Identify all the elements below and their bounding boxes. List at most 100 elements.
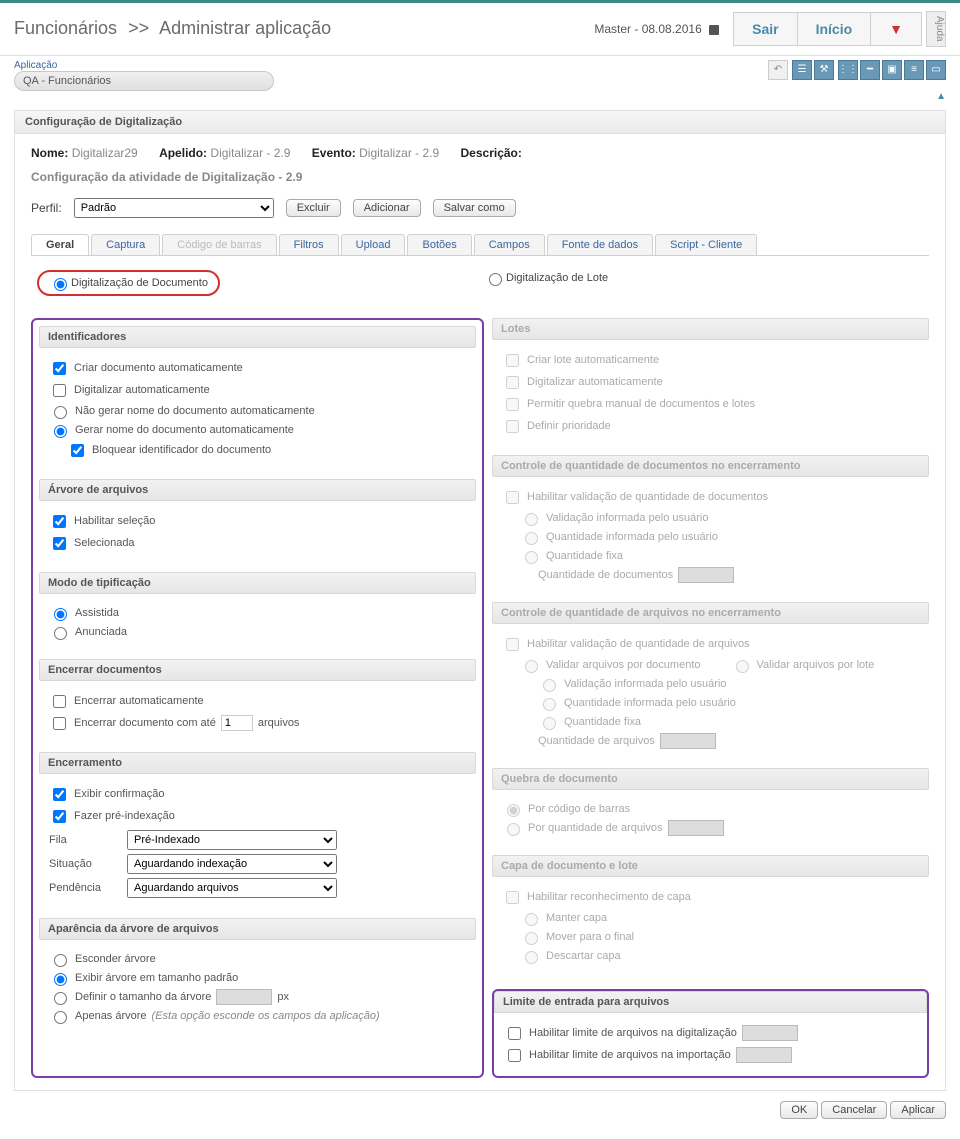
encerrar-ate-label-b: arquivos [258,717,300,729]
dropdown-arrow-button[interactable]: ▼ [870,13,921,45]
tool-icon-1[interactable]: ☰ [792,60,812,80]
definir-tamanho-radio[interactable] [54,992,67,1005]
por-qtd-radio [507,823,520,836]
excluir-button[interactable]: Excluir [286,199,341,217]
encerrar-ate-input[interactable] [221,715,253,731]
esconder-arvore-radio[interactable] [54,954,67,967]
salvar-como-button[interactable]: Salvar como [433,199,516,217]
tool-icon-7[interactable]: ▭ [926,60,946,80]
val-por-lote-radio [736,660,749,673]
limite-imp-check[interactable] [508,1049,521,1062]
digitalizar-auto-check[interactable] [53,384,66,397]
tab-bar: Geral Captura Código de barras Filtros U… [31,234,929,256]
sec-ctrl-arq: Controle de quantidade de arquivos no en… [492,602,929,624]
exibir-confirmacao-check[interactable] [53,788,66,801]
definir-tamanho-input[interactable] [216,989,272,1005]
assistida-radio[interactable] [54,608,67,621]
situacao-select[interactable]: Aguardando indexação [127,854,337,874]
nao-gerar-nome-label: Não gerar nome do documento automaticame… [75,405,315,417]
selecionada-check[interactable] [53,537,66,550]
habilitar-selecao-check[interactable] [53,515,66,528]
home-button[interactable]: Início [797,13,871,45]
mode-lote[interactable]: Digitalização de Lote [484,270,929,286]
tab-filtros[interactable]: Filtros [279,234,339,255]
ok-button[interactable]: OK [780,1101,818,1119]
panel-title: Configuração de Digitalização [15,111,945,134]
subtitle: Configuração da atividade de Digitalizaç… [31,170,929,184]
user-label: Master - 08.08.2016 [594,22,719,36]
tab-fonte-dados[interactable]: Fonte de dados [547,234,653,255]
sec-aparencia: Aparência da árvore de arquivos [39,918,476,940]
definir-prioridade-label: Definir prioridade [527,420,611,432]
perfil-select[interactable]: Padrão [74,198,274,218]
mode-documento-radio[interactable] [54,278,67,291]
adicionar-button[interactable]: Adicionar [353,199,421,217]
tab-captura[interactable]: Captura [91,234,160,255]
tab-campos[interactable]: Campos [474,234,545,255]
mover-capa-label: Mover para o final [546,931,634,943]
gerar-nome-radio[interactable] [54,425,67,438]
nao-gerar-nome-radio[interactable] [54,406,67,419]
pendencia-select[interactable]: Aguardando arquivos [127,878,337,898]
limite-digit-input[interactable] [742,1025,798,1041]
logout-button[interactable]: Sair [734,13,796,45]
px-label: px [277,991,289,1003]
descartar-capa-label: Descartar capa [546,950,621,962]
breadcrumb-sep: >> [128,18,149,38]
aplicar-button[interactable]: Aplicar [890,1101,946,1119]
tool-icon-4[interactable]: ━ [860,60,880,80]
fila-select[interactable]: Pré-Indexado [127,830,337,850]
anunciada-radio[interactable] [54,627,67,640]
cancelar-button[interactable]: Cancelar [821,1101,887,1119]
app-selector[interactable]: QA - Funcionários [14,71,274,91]
limite-digit-check[interactable] [508,1027,521,1040]
bloquear-id-check[interactable] [71,444,84,457]
encerrar-ate-check[interactable] [53,717,66,730]
tab-geral[interactable]: Geral [31,234,89,255]
limite-box: Limite de entrada para arquivos Habilita… [492,989,929,1078]
exibir-confirmacao-label: Exibir confirmação [74,788,164,800]
tool-icon-3[interactable]: ⋮⋮ [838,60,858,80]
mover-capa-radio [525,932,538,945]
user-text: Master - 08.08.2016 [594,22,701,36]
mode-documento[interactable]: Digitalização de Documento [37,270,220,296]
help-tab[interactable]: Ajuda [926,11,946,47]
user-icon [709,25,719,35]
pre-indexacao-check[interactable] [53,810,66,823]
digitalizar-auto-label: Digitalizar automaticamente [74,384,210,396]
breadcrumb-page: Administrar aplicação [159,18,331,38]
tamanho-padrao-radio[interactable] [54,973,67,986]
limite-imp-input[interactable] [736,1047,792,1063]
manter-capa-label: Manter capa [546,912,607,924]
apelido-value: Digitalizar - 2.9 [210,146,290,160]
criar-lote-check [506,354,519,367]
tab-botoes[interactable]: Botões [407,234,471,255]
tool-icon-6[interactable]: ≡ [904,60,924,80]
tab-script-cliente[interactable]: Script - Cliente [655,234,757,255]
definir-prioridade-check [506,420,519,433]
qtd-fixa-arq-label: Quantidade fixa [564,716,641,728]
qtd-fixa-arq-radio [543,717,556,730]
encerrar-auto-check[interactable] [53,695,66,708]
situacao-label: Situação [49,858,119,870]
hab-capa-check [506,891,519,904]
perfil-label: Perfil: [31,201,62,215]
collapse-icon[interactable]: ▲ [0,91,960,102]
tab-codigo-barras[interactable]: Código de barras [162,234,276,255]
permitir-quebra-check [506,398,519,411]
qtd-arq-label: Quantidade de arquivos [538,735,655,747]
qtd-user-doc-label: Quantidade informada pelo usuário [546,531,718,543]
tamanho-padrao-label: Exibir árvore em tamanho padrão [75,972,238,984]
tab-upload[interactable]: Upload [341,234,406,255]
tool-icon-5[interactable]: ▣ [882,60,902,80]
pendencia-label: Pendência [49,882,119,894]
sec-encerrar-doc: Encerrar documentos [39,659,476,681]
encerrar-auto-label: Encerrar automaticamente [74,695,204,707]
val-por-doc-radio [525,660,538,673]
tool-icon-2[interactable]: ⚒ [814,60,834,80]
mode-lote-radio[interactable] [489,273,502,286]
val-user-arq-radio [543,679,556,692]
undo-icon[interactable]: ↶ [768,60,788,80]
criar-doc-auto-check[interactable] [53,362,66,375]
apenas-arvore-radio[interactable] [54,1011,67,1024]
